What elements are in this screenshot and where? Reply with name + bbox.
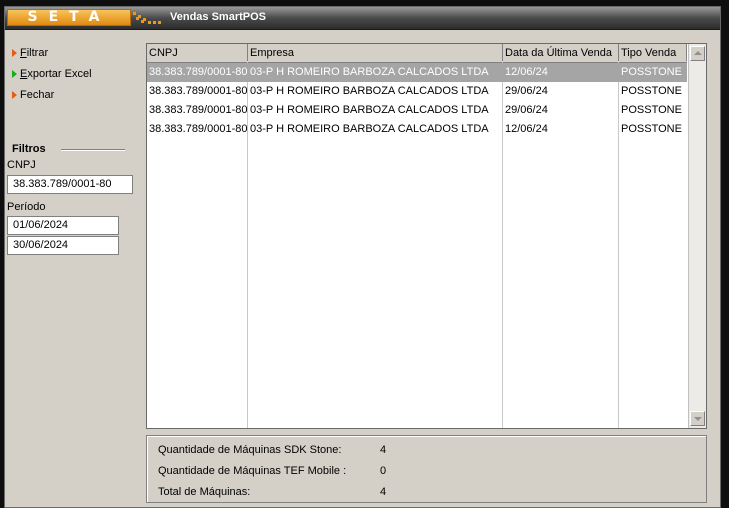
cell-tipo-venda: POSSTONE [621,66,682,78]
column-header-tipo-venda[interactable]: Tipo Venda [619,44,687,61]
filtros-divider [61,149,125,151]
sdk-stone-label: Quantidade de Máquinas SDK Stone: [158,444,342,456]
summary-panel: Quantidade de Máquinas SDK Stone: 4 Quan… [146,435,707,503]
exportar-label: xportar Excel [27,68,92,80]
decorative-dots-icon [133,12,163,26]
column-header-data-ultima-venda[interactable]: Data da Última Venda [503,44,619,61]
cell-data: 29/06/24 [505,85,548,97]
total-maquinas-label: Total de Máquinas: [158,486,251,498]
table-row[interactable]: 38.383.789/0001-80 03-P H ROMEIRO BARBOZ… [147,63,687,82]
vendas-smartpos-window: SETA Vendas SmartPOS Filtrar Exportar Ex… [4,6,721,508]
table-row[interactable]: 38.383.789/0001-80 03-P H ROMEIRO BARBOZ… [147,120,687,139]
cell-empresa: 03-P H ROMEIRO BARBOZA CALCADOS LTDA [250,85,489,97]
table-row[interactable]: 38.383.789/0001-80 03-P H ROMEIRO BARBOZ… [147,82,687,101]
cell-empresa: 03-P H ROMEIRO BARBOZA CALCADOS LTDA [250,123,489,135]
cell-tipo-venda: POSSTONE [621,123,682,135]
cell-cnpj: 38.383.789/0001-80 [149,85,248,97]
cell-tipo-venda: POSSTONE [621,85,682,97]
tef-mobile-label: Quantidade de Máquinas TEF Mobile : [158,465,347,477]
periodo-label: Período [7,201,46,213]
cell-empresa: 03-P H ROMEIRO BARBOZA CALCADOS LTDA [250,66,489,78]
cell-data: 12/06/24 [505,123,548,135]
table-row[interactable]: 38.383.789/0001-80 03-P H ROMEIRO BARBOZ… [147,101,687,120]
vertical-scrollbar[interactable] [688,44,706,428]
sdk-stone-value: 4 [380,444,387,456]
cell-cnpj: 38.383.789/0001-80 [149,104,248,116]
grid-header: CNPJ Empresa Data da Última Venda Tipo V… [147,44,687,63]
scroll-up-button[interactable] [690,46,705,61]
column-header-empresa[interactable]: Empresa [248,44,503,61]
arrow-up-icon [694,51,702,55]
cell-cnpj: 38.383.789/0001-80 [149,66,248,78]
vendas-grid[interactable]: CNPJ Empresa Data da Última Venda Tipo V… [146,43,707,429]
cell-empresa: 03-P H ROMEIRO BARBOZA CALCADOS LTDA [250,104,489,116]
filtrar-label: iltrar [26,47,49,59]
window-title: Vendas SmartPOS [170,11,266,23]
cnpj-label: CNPJ [7,159,36,171]
column-header-cnpj[interactable]: CNPJ [147,44,248,61]
filtros-title: Filtros [12,143,46,155]
scroll-down-button[interactable] [690,411,705,426]
filtrar-hotkey: F [20,47,27,59]
periodo-inicio-field[interactable]: 01/06/2024 [7,216,119,235]
total-maquinas-value: 4 [380,486,387,498]
fechar-button[interactable]: Fechar [12,87,54,103]
cnpj-field[interactable]: 38.383.789/0001-80 [7,175,133,194]
periodo-fim-field[interactable]: 30/06/2024 [7,236,119,255]
exportar-excel-button[interactable]: Exportar Excel [12,66,92,82]
play-triangle-icon [12,91,17,99]
cell-data: 29/06/24 [505,104,548,116]
arrow-down-icon [694,417,702,421]
title-bar: SETA Vendas SmartPOS [5,7,720,30]
cell-tipo-venda: POSSTONE [621,104,682,116]
seta-logo: SETA [7,9,131,26]
fechar-label: Fechar [20,89,55,101]
cell-cnpj: 38.383.789/0001-80 [149,123,248,135]
cell-data: 12/06/24 [505,66,548,78]
tef-mobile-value: 0 [380,465,387,477]
filtrar-button[interactable]: Filtrar [12,45,48,61]
seta-logo-text: SETA [27,9,111,25]
play-triangle-icon [12,70,17,78]
play-triangle-icon [12,49,17,57]
